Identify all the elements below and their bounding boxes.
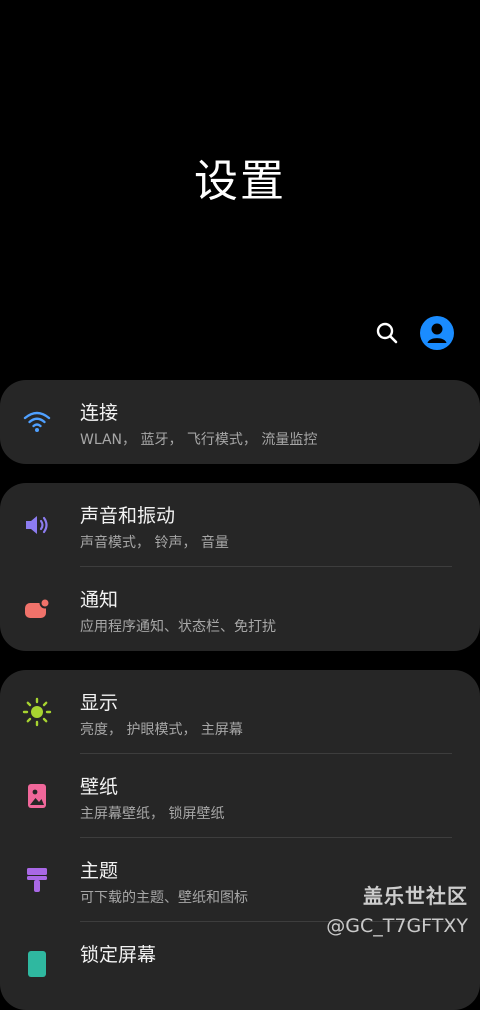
setting-title: 壁纸: [80, 776, 119, 798]
volume-icon: [26, 516, 48, 534]
setting-subtitle: 应用程序通知、状态栏、免打扰: [80, 619, 276, 635]
setting-title: 声音和振动: [80, 505, 176, 527]
setting-title: 通知: [80, 589, 119, 611]
theme-brush-icon: [27, 868, 47, 892]
setting-subtitle: 亮度， 护眼模式， 主屏幕: [80, 722, 243, 738]
setting-title: 显示: [80, 692, 119, 714]
lock-screen-icon: [28, 951, 46, 977]
brightness-icon: [22, 697, 52, 727]
setting-subtitle: 可下载的主题、壁纸和图标: [80, 890, 248, 906]
setting-subtitle: 声音模式， 铃声， 音量: [80, 535, 229, 551]
setting-item-display[interactable]: 显示 亮度， 护眼模式， 主屏幕: [0, 670, 480, 754]
wifi-icon: [23, 411, 51, 432]
setting-item-connections[interactable]: 连接 WLAN， 蓝牙， 飞行模式， 流量监控: [0, 380, 480, 464]
setting-item-notifications[interactable]: 通知 应用程序通知、状态栏、免打扰: [0, 567, 480, 651]
search-icon: [376, 322, 398, 344]
page-title: 设置: [194, 156, 286, 207]
settings-group-sound-notifications: 声音和振动 声音模式， 铃声， 音量 通知 应用程序通知、状态栏、免打扰: [0, 483, 480, 651]
setting-item-sound-vibration[interactable]: 声音和振动 声音模式， 铃声， 音量: [0, 483, 480, 567]
setting-title: 锁定屏幕: [80, 944, 157, 966]
settings-group-connections: 连接 WLAN， 蓝牙， 飞行模式， 流量监控: [0, 380, 480, 464]
setting-item-wallpaper[interactable]: 壁纸 主屏幕壁纸， 锁屏壁纸: [0, 754, 480, 838]
setting-title: 主题: [80, 860, 119, 882]
search-button[interactable]: [374, 320, 400, 346]
settings-group-display: 显示 亮度， 护眼模式， 主屏幕 壁纸 主屏幕壁纸， 锁屏壁纸 主题 可下载的主…: [0, 670, 480, 1010]
setting-title: 连接: [80, 402, 119, 424]
account-button[interactable]: [420, 316, 454, 350]
header-actions: [368, 316, 468, 350]
wallpaper-icon: [28, 784, 46, 808]
notification-icon: [25, 597, 51, 618]
watermark-handle: @GC_T7GFTXY: [326, 915, 468, 937]
setting-subtitle: WLAN， 蓝牙， 飞行模式， 流量监控: [80, 432, 318, 448]
watermark-text: 盖乐世社区: [363, 884, 468, 908]
setting-subtitle: 主屏幕壁纸， 锁屏壁纸: [80, 806, 225, 822]
account-icon: [420, 316, 454, 350]
watermark: 盖乐世社区 @GC_T7GFTXY: [326, 880, 468, 937]
